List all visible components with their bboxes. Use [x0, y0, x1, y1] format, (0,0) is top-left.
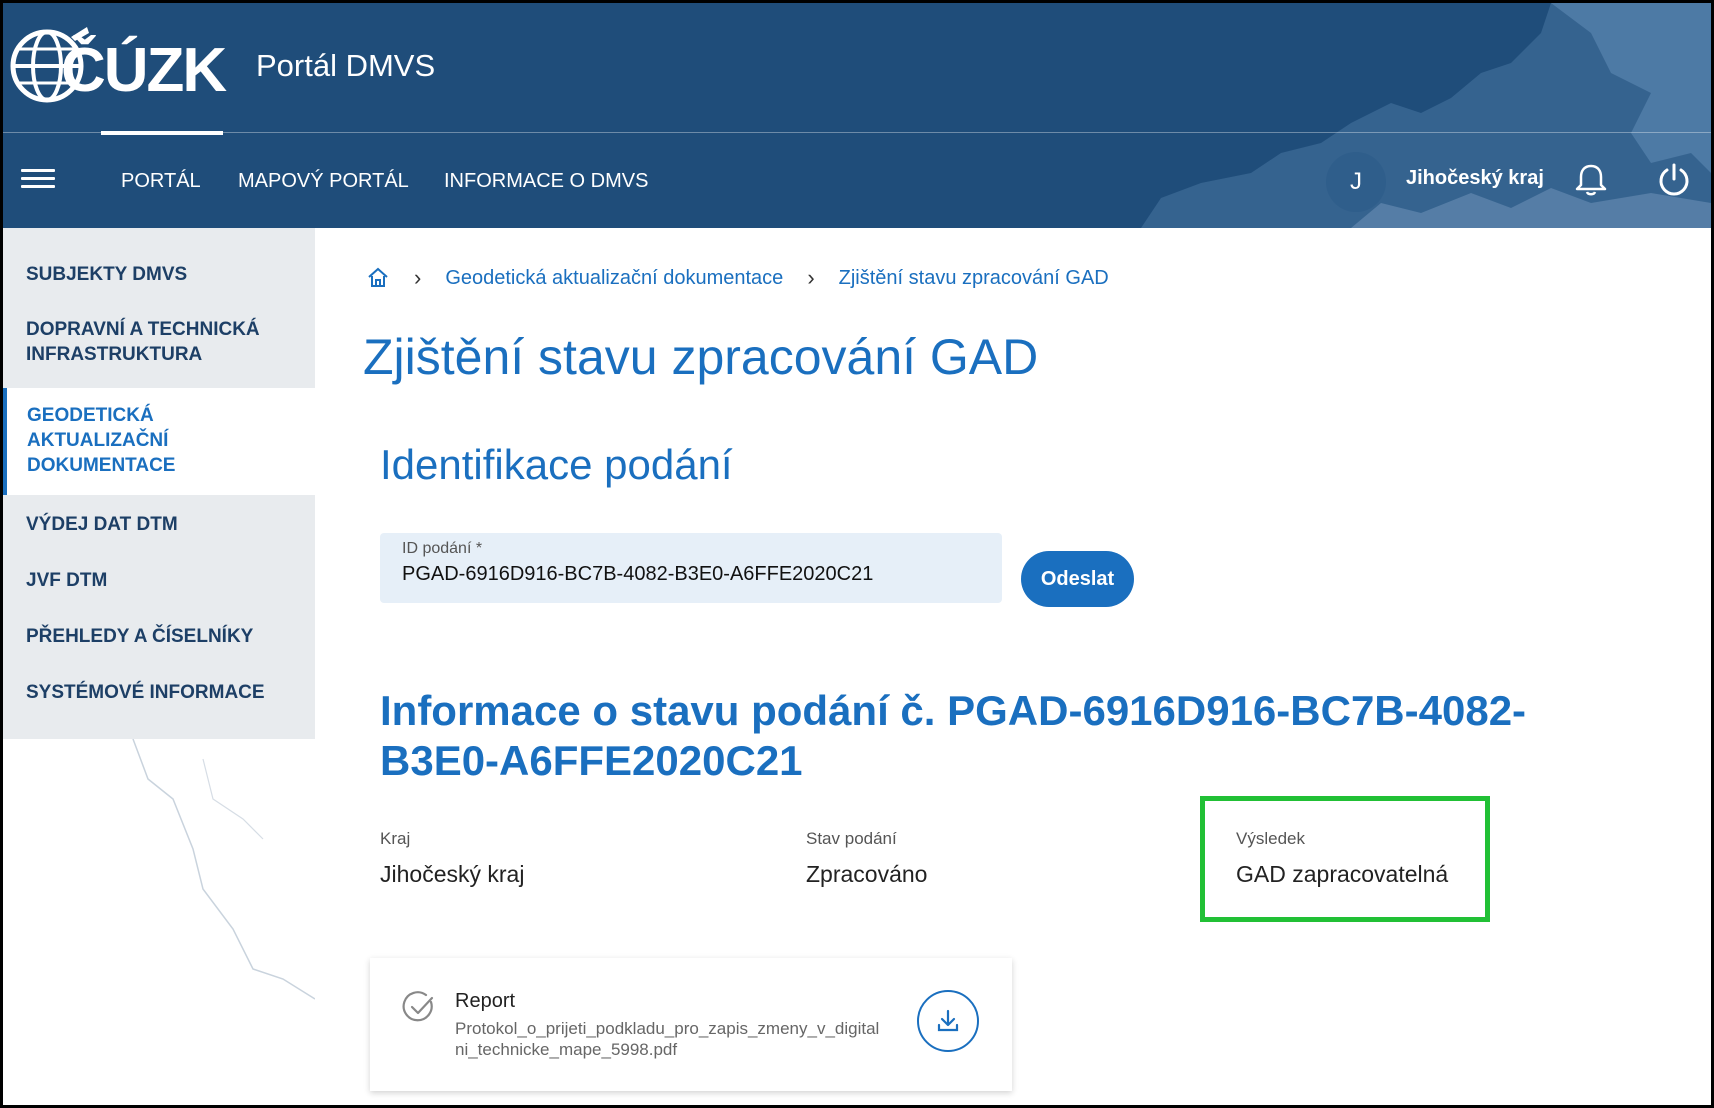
result-highlight-box — [1200, 796, 1490, 922]
identification-title: Identifikace podání — [380, 441, 733, 488]
sidebar-item-system[interactable]: SYSTÉMOVÉ INFORMACE — [3, 680, 315, 705]
user-avatar[interactable]: J — [1326, 152, 1386, 212]
cuzk-logo[interactable]: ČÚZK — [9, 27, 239, 105]
portal-title: Portál DMVS — [256, 48, 436, 83]
region-name[interactable]: Jihočeský kraj — [1406, 167, 1544, 190]
breadcrumb-gad[interactable]: Geodetická aktualizační dokumentace — [445, 267, 783, 290]
sidebar-item-prehledy[interactable]: PŘEHLEDY A ČÍSELNÍKY — [3, 624, 315, 649]
id-podani-input[interactable] — [402, 563, 980, 586]
main-nav: PORTÁL MAPOVÝ PORTÁL INFORMACE O DMVS J … — [3, 131, 1711, 228]
report-card: Report Protokol_o_prijeti_podkladu_pro_z… — [370, 958, 1012, 1091]
sidebar-item-infrastruktura[interactable]: DOPRAVNÍ A TECHNICKÁ INFRASTRUKTURA — [3, 317, 293, 367]
id-podani-field[interactable]: ID podání * — [380, 533, 1002, 603]
vysledek-label: Výsledek — [1236, 829, 1305, 848]
nav-dmvs-info[interactable]: INFORMACE O DMVS — [444, 134, 648, 228]
submit-button[interactable]: Odeslat — [1021, 551, 1134, 607]
vysledek-value: GAD zapracovatelná — [1236, 861, 1449, 887]
page-title: Zjištění stavu zpracování GAD — [363, 329, 1039, 385]
breadcrumb: › Geodetická aktualizační dokumentace › … — [366, 263, 1109, 293]
download-button[interactable] — [917, 990, 979, 1052]
sidebar-item-subjekty[interactable]: SUBJEKTY DMVS — [3, 262, 315, 287]
breadcrumb-current[interactable]: Zjištění stavu zpracování GAD — [839, 267, 1109, 290]
chevron-right-icon: › — [807, 265, 815, 290]
bell-icon[interactable] — [1573, 162, 1609, 198]
id-podani-label: ID podání * — [402, 540, 483, 557]
sidebar-item-gad[interactable]: GEODETICKÁ AKTUALIZAČNÍ DOKUMENTACE — [3, 388, 315, 495]
check-circle-icon — [402, 991, 434, 1022]
nav-map-portal[interactable]: MAPOVÝ PORTÁL — [238, 134, 409, 228]
kraj-label: Kraj — [380, 829, 411, 848]
sidebar-item-jvf-dtm[interactable]: JVF DTM — [3, 568, 315, 593]
stav-value: Zpracováno — [806, 861, 928, 887]
logo-text: ČÚZK — [61, 36, 227, 105]
map-border-decoration — [132, 739, 315, 1000]
report-filename: Protokol_o_prijeti_podkladu_pro_zapis_zm… — [455, 1019, 880, 1059]
stav-label: Stav podání — [806, 829, 897, 848]
app-window: ČÚZK Portál DMVS PORTÁL MAPOVÝ PORTÁL IN… — [3, 3, 1711, 1105]
chevron-right-icon: › — [414, 265, 422, 290]
report-title: Report — [455, 990, 516, 1012]
power-icon[interactable] — [1656, 162, 1692, 198]
nav-portal[interactable]: PORTÁL — [101, 131, 223, 228]
download-icon — [937, 1009, 959, 1032]
header-top-bar: ČÚZK Portál DMVS — [3, 3, 1711, 133]
kraj-value: Jihočeský kraj — [380, 861, 525, 887]
home-icon[interactable] — [366, 266, 390, 290]
sidebar: SUBJEKTY DMVS DOPRAVNÍ A TECHNICKÁ INFRA… — [3, 228, 315, 739]
status-info-title: Informace o stavu podání č. PGAD-6916D91… — [380, 687, 1527, 784]
header: ČÚZK Portál DMVS PORTÁL MAPOVÝ PORTÁL IN… — [3, 3, 1711, 228]
sidebar-item-vydej-dat[interactable]: VÝDEJ DAT DTM — [3, 512, 315, 537]
menu-icon[interactable] — [21, 164, 55, 194]
